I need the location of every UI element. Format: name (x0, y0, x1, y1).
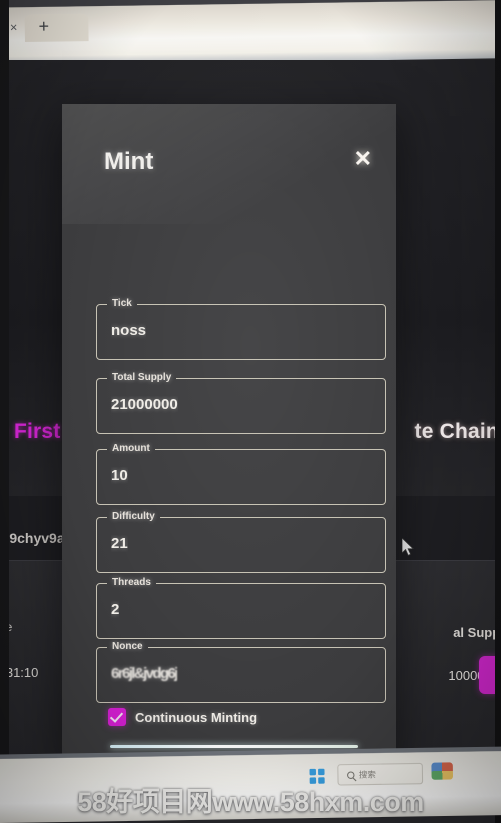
nonce-field-value: 6r6jl&jvdg6j (111, 665, 177, 682)
dialog-title: Mint (104, 148, 154, 175)
panel-label-left: ne (9, 620, 13, 634)
taskbar-app-icon[interactable] (431, 762, 454, 780)
threads-field-value: 2 (111, 601, 120, 618)
panel-timestamp: 0:31:10 (9, 665, 39, 680)
total-supply-field-value: 21000000 (111, 396, 178, 413)
close-icon[interactable]: ✕ (354, 148, 372, 170)
continuous-minting-checkbox[interactable] (108, 708, 126, 726)
tick-field-value: noss (111, 322, 147, 339)
panel-action-button[interactable] (479, 656, 495, 694)
panel-label-right: al Supply (453, 625, 495, 640)
mining-progress-bar (110, 745, 358, 748)
continuous-minting-label: Continuous Minting (135, 709, 258, 725)
amount-field-label: Amount (107, 443, 155, 454)
difficulty-field-value: 21 (111, 535, 128, 552)
new-tab-icon[interactable]: + (35, 16, 52, 36)
mint-dialog: Mint ✕ Tick noss Total Supply 21000000 A… (62, 104, 396, 764)
tick-field-label: Tick (107, 298, 137, 309)
windows-start-icon[interactable] (309, 768, 325, 784)
mouse-cursor (402, 538, 414, 557)
tab-strip: × + (0, 7, 501, 43)
headline-right-text: te Chain. (414, 420, 495, 443)
browser-chrome: × + (0, 0, 501, 66)
amount-field[interactable]: Amount 10 (96, 443, 386, 505)
monitor-bezel-left (0, 0, 9, 823)
continuous-minting-row[interactable]: Continuous Minting (108, 708, 257, 726)
nonce-field[interactable]: Nonce 6r6jl&jvdg6j (96, 641, 386, 703)
tick-field[interactable]: Tick noss (96, 298, 386, 360)
difficulty-field-label: Difficulty (107, 511, 160, 522)
difficulty-field[interactable]: Difficulty 21 (96, 511, 386, 573)
nonce-field-label: Nonce (107, 641, 148, 652)
total-supply-field[interactable]: Total Supply 21000000 (96, 372, 386, 434)
search-icon (346, 770, 355, 779)
windows-taskbar: 搜索 (0, 746, 501, 823)
taskbar-search-box[interactable]: 搜索 (337, 762, 424, 786)
taskbar-search-placeholder: 搜索 (358, 769, 376, 780)
browser-tab[interactable] (24, 13, 89, 43)
threads-field-label: Threads (107, 577, 156, 588)
total-supply-field-label: Total Supply (107, 372, 177, 383)
amount-field-value: 10 (111, 467, 128, 484)
monitor-bezel-right (495, 0, 501, 823)
photographed-screen: × + ne First I te Chain. qy9chyv9a0w ne … (0, 0, 501, 823)
threads-field[interactable]: Threads 2 (96, 577, 386, 639)
